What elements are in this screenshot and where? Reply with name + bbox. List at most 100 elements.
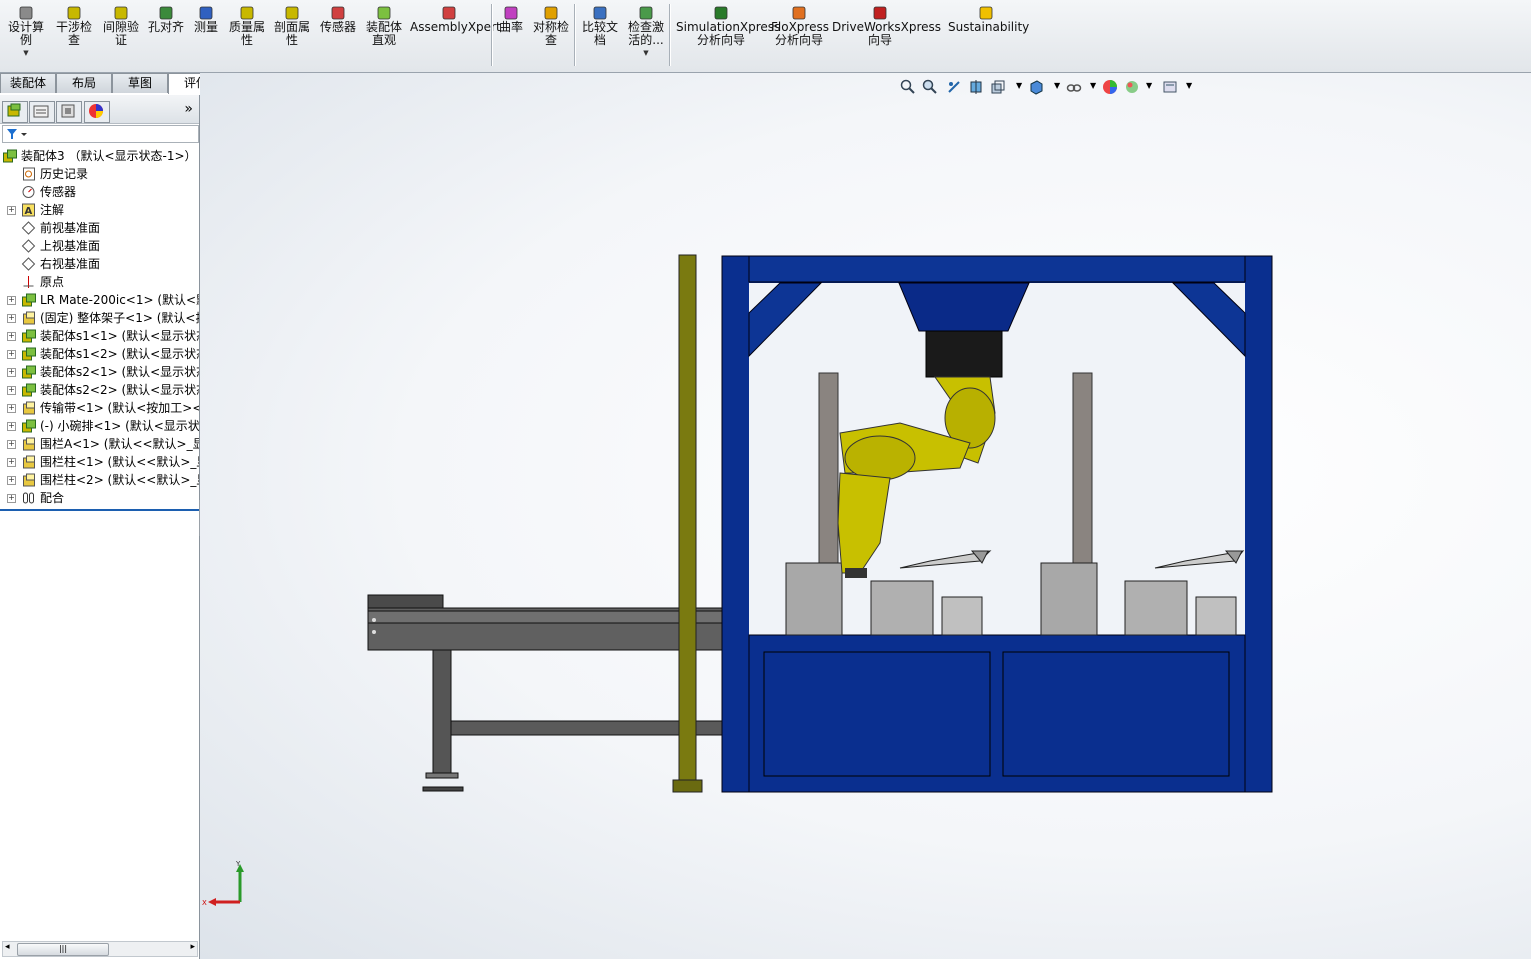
tree-item[interactable]: + 围栏A<1> (默认<<默认>_显 (0, 435, 199, 453)
simulationxpress-icon (714, 6, 728, 20)
pillar-left[interactable] (818, 372, 839, 564)
tree-item[interactable]: 右视基准面 (0, 255, 199, 273)
tree-item[interactable]: 历史记录 (0, 165, 199, 183)
tree-horizontal-scrollbar[interactable]: ||| ◂ ▸ (2, 941, 198, 957)
expand-toggle-icon[interactable]: + (7, 350, 16, 359)
tab-0[interactable]: 装配体 (0, 73, 56, 93)
scrollbar-thumb[interactable]: ||| (17, 943, 109, 956)
curvature-button[interactable]: 曲率 (496, 6, 526, 34)
sensor-button[interactable]: 传感器 (317, 6, 359, 34)
tree-item-label: LR Mate-200ic<1> (默认<默 (40, 293, 199, 307)
assembly-model-view[interactable] (200, 73, 1531, 959)
tree-rollback-bar[interactable] (0, 509, 199, 511)
clearance-button[interactable]: 间隙验证 (100, 6, 142, 47)
assembly-icon (3, 149, 17, 163)
graphics-area[interactable]: ▼ ▼ ▼ ▼ ▼ (200, 73, 1531, 959)
compare-documents-button[interactable]: 比较文档 (579, 6, 621, 47)
symmetry-check-button[interactable]: 对称检查 (530, 6, 572, 47)
dropdown-arrow-icon[interactable]: ▼ (624, 47, 668, 60)
tab-1[interactable]: 布局 (56, 73, 112, 93)
expand-toggle-icon[interactable]: + (7, 494, 16, 503)
assemblyxpert-button[interactable]: AssemblyXpert (410, 6, 501, 34)
scroll-right-arrow-icon[interactable]: ▸ (190, 942, 195, 952)
plane-icon (21, 257, 36, 271)
configurationmanager-tab[interactable] (56, 101, 82, 123)
scroll-left-arrow-icon[interactable]: ◂ (5, 942, 10, 952)
section-properties-button[interactable]: 剖面属性 (271, 6, 313, 47)
tab-2[interactable]: 草图 (112, 73, 168, 93)
simulationxpress-button[interactable]: SimulationXpress 分析向导 (676, 6, 780, 47)
tree-item[interactable]: 前视基准面 (0, 219, 199, 237)
fence-post-part[interactable] (672, 254, 703, 793)
mass-properties-icon (240, 6, 254, 20)
tree-item[interactable]: + 传输带<1> (默认<按加工>< (0, 399, 199, 417)
tree-item[interactable]: + 装配体s2<2> (默认<显示状态 (0, 381, 199, 399)
expand-panel-chevron-icon[interactable]: » (184, 101, 193, 117)
tree-item-label: 装配体s2<1> (默认<显示状态 (40, 365, 199, 379)
part-icon (23, 311, 35, 325)
section-properties-icon (285, 6, 299, 20)
tree-item[interactable]: 传感器 (0, 183, 199, 201)
tree-item-label: 历史记录 (40, 167, 89, 181)
expand-toggle-icon[interactable]: + (7, 368, 16, 377)
tree-root-assembly[interactable]: 装配体3 （默认<显示状态-1>） (0, 147, 199, 165)
tree-item[interactable]: + 装配体s2<1> (默认<显示状态 (0, 363, 199, 381)
floxpress-icon (792, 6, 806, 20)
tree-item[interactable]: + 装配体s1<1> (默认<显示状态 (0, 327, 199, 345)
feature-manager-panel: » 装配体3 （默认<显示状态-1>） 历史记录传感器 + A 注解 前视基准面 上视基准面… (0, 95, 200, 959)
expand-toggle-icon[interactable]: + (7, 314, 16, 323)
check-active-button[interactable]: 检查激 活的... ▼ (624, 6, 668, 60)
tree-item-label: 围栏柱<1> (默认<<默认>_显 (40, 455, 199, 469)
tree-item[interactable]: 原点 (0, 273, 199, 291)
tree-item[interactable]: + 装配体s1<2> (默认<显示状态 (0, 345, 199, 363)
featuremanager-icon (7, 103, 21, 117)
propertymanager-tab[interactable] (29, 101, 55, 123)
assembly-icon (22, 419, 36, 433)
expand-toggle-icon[interactable]: + (7, 206, 16, 215)
expand-toggle-icon[interactable]: + (7, 422, 16, 431)
assembly-visualization-icon (377, 6, 391, 20)
toolbar-button-label: 向导 (867, 33, 892, 47)
tree-filter-input[interactable] (2, 125, 199, 143)
expand-toggle-icon[interactable]: + (7, 476, 16, 485)
measure-icon (199, 6, 213, 20)
hole-align-button[interactable]: 孔对齐 (145, 6, 187, 34)
measure-button[interactable]: 测量 (189, 6, 223, 34)
expand-toggle-icon[interactable]: + (7, 386, 16, 395)
mass-properties-button[interactable]: 质量属性 (226, 6, 268, 47)
panel-tab-strip: » (0, 95, 199, 124)
tree-item[interactable]: + LR Mate-200ic<1> (默认<默 (0, 291, 199, 309)
driveworksxpress-button[interactable]: DriveWorksXpress 向导 (832, 6, 941, 47)
tree-item[interactable]: + (固定) 整体架子<1> (默认<按 (0, 309, 199, 327)
tree-item[interactable]: + A 注解 (0, 201, 199, 219)
toolbar-button-label: 查 (544, 33, 557, 47)
expand-toggle-icon[interactable]: + (7, 440, 16, 449)
sensor-icon (331, 6, 345, 20)
tree-item[interactable]: + 围栏柱<1> (默认<<默认>_显 (0, 453, 199, 471)
assembly-icon (22, 365, 36, 379)
expand-toggle-icon[interactable]: + (7, 332, 16, 341)
assembly-visualization-button[interactable]: 装配体 直观 (362, 6, 406, 47)
expand-toggle-icon[interactable]: + (7, 296, 16, 305)
displaymanager-tab[interactable] (84, 101, 110, 123)
featuremanager-tab[interactable] (2, 101, 28, 123)
tree-item[interactable]: + 配合 (0, 489, 199, 507)
sensor-icon (22, 186, 35, 198)
tree-item-label: 装配体s2<2> (默认<显示状态 (40, 383, 199, 397)
floxpress-button[interactable]: FloXpress 分析向导 (771, 6, 829, 47)
tree-item-label: 装配体s1<2> (默认<显示状态 (40, 347, 199, 361)
expand-toggle-icon[interactable]: + (7, 404, 16, 413)
propertymanager-icon (33, 105, 49, 118)
dropdown-arrow-icon[interactable]: ▼ (4, 47, 48, 60)
interference-button[interactable]: 干涉检查 (53, 6, 95, 47)
design-study-button[interactable]: 设计算例 ▼ (4, 6, 48, 60)
toolbar-button-label: 传感器 (319, 20, 356, 34)
sustainability-button[interactable]: Sustainability (948, 6, 1029, 34)
pillar-right[interactable] (1072, 372, 1093, 564)
toolbar-button-label: 证 (114, 33, 127, 47)
tree-item[interactable]: 上视基准面 (0, 237, 199, 255)
tree-item-label: (-) 小碗排<1> (默认<显示状态 (40, 419, 199, 433)
expand-toggle-icon[interactable]: + (7, 458, 16, 467)
tree-item[interactable]: + (-) 小碗排<1> (默认<显示状态 (0, 417, 199, 435)
tree-item[interactable]: + 围栏柱<2> (默认<<默认>_显 (0, 471, 199, 489)
